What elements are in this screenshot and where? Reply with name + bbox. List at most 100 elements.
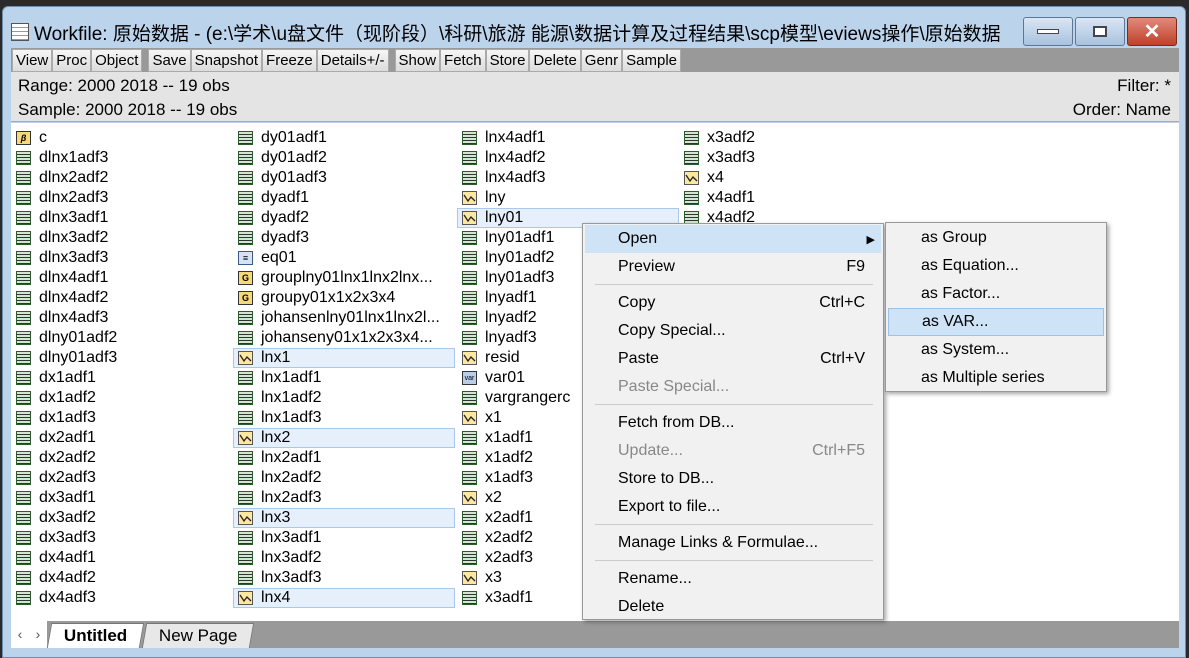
list-item[interactable]: dx3adf2 <box>11 508 233 528</box>
store-button[interactable]: Store <box>485 48 530 72</box>
menu-item-fetch-from-db[interactable]: Fetch from DB... <box>583 409 883 437</box>
menu-item-copy[interactable]: Copy Ctrl+C <box>583 289 883 317</box>
list-item[interactable]: dlnx3adf3 <box>11 248 233 268</box>
list-item[interactable]: dx1adf1 <box>11 368 233 388</box>
list-item[interactable]: Ggroupy01x1x2x3x4 <box>233 288 455 308</box>
view-button[interactable]: View <box>12 48 53 72</box>
list-item[interactable]: lnx4adf2 <box>457 148 679 168</box>
sample-button[interactable]: Sample <box>622 48 681 72</box>
genr-button[interactable]: Genr <box>580 48 623 72</box>
fetch-button[interactable]: Fetch <box>440 48 486 72</box>
list-item[interactable]: dlnx4adf3 <box>11 308 233 328</box>
list-item[interactable]: dlnx4adf1 <box>11 268 233 288</box>
menu-item-export-to-file[interactable]: Export to file... <box>583 493 883 521</box>
list-item[interactable]: dy01adf3 <box>233 168 455 188</box>
list-item[interactable]: dx3adf1 <box>11 488 233 508</box>
workfile-icon <box>11 23 29 41</box>
menu-item-manage-links-formulae[interactable]: Manage Links & Formulae... <box>583 529 883 557</box>
list-item[interactable]: dx4adf1 <box>11 548 233 568</box>
menu-item-as-factor[interactable]: as Factor... <box>886 280 1106 308</box>
menu-item-store-to-db[interactable]: Store to DB... <box>583 465 883 493</box>
list-item[interactable]: dy01adf1 <box>233 128 455 148</box>
tab-new-page[interactable]: New Page <box>142 623 255 648</box>
sample-text[interactable]: Sample: 2000 2018 -- 19 obs <box>18 100 237 120</box>
list-item[interactable]: lnx2adf1 <box>233 448 455 468</box>
list-item[interactable]: lnx2adf2 <box>233 468 455 488</box>
list-item[interactable]: dlnx2adf2 <box>11 168 233 188</box>
list-item[interactable]: dlnx4adf2 <box>11 288 233 308</box>
list-item[interactable]: lnx3 <box>233 508 455 528</box>
menu-separator <box>595 524 873 525</box>
menu-item-as-var[interactable]: as VAR... <box>888 308 1104 336</box>
list-item[interactable]: dx4adf2 <box>11 568 233 588</box>
title-bar[interactable]: Workfile: 原始数据 - (e:\学术\u盘文件（现阶段）\科研\旅游 … <box>11 15 1001 49</box>
list-item[interactable]: johanseny01x1x2x3x4... <box>233 328 455 348</box>
list-item[interactable]: dlnx2adf3 <box>11 188 233 208</box>
menu-item-open[interactable]: Open ▶ <box>585 225 881 253</box>
item-name: lny <box>485 189 506 206</box>
list-item[interactable]: lnx3adf2 <box>233 548 455 568</box>
list-item[interactable]: dx4adf3 <box>11 588 233 608</box>
list-item[interactable]: lnx2 <box>233 428 455 448</box>
menu-item-rename[interactable]: Rename... <box>583 565 883 593</box>
list-item[interactable]: lnx1adf3 <box>233 408 455 428</box>
object-button[interactable]: Object <box>91 48 143 72</box>
list-item[interactable]: dx1adf2 <box>11 388 233 408</box>
list-item[interactable]: dyadf3 <box>233 228 455 248</box>
list-item[interactable]: lnx3adf1 <box>233 528 455 548</box>
list-item[interactable]: x3adf3 <box>679 148 901 168</box>
tab-scroll-left-icon[interactable]: ‹ <box>11 621 29 648</box>
list-item[interactable]: lnx4adf1 <box>457 128 679 148</box>
list-item[interactable]: lnx2adf3 <box>233 488 455 508</box>
list-item[interactable]: dx2adf1 <box>11 428 233 448</box>
list-item[interactable]: dx2adf2 <box>11 448 233 468</box>
tab-scroll-right-icon[interactable]: › <box>29 621 47 648</box>
list-item[interactable]: lnx4 <box>233 588 455 608</box>
list-item[interactable]: dx2adf3 <box>11 468 233 488</box>
menu-item-delete[interactable]: Delete <box>583 593 883 621</box>
menu-item-copy-special[interactable]: Copy Special... <box>583 317 883 345</box>
freeze-button[interactable]: Freeze <box>262 48 317 72</box>
list-item[interactable]: dx1adf3 <box>11 408 233 428</box>
list-item[interactable]: dyadf1 <box>233 188 455 208</box>
list-item[interactable]: dlnx1adf3 <box>11 148 233 168</box>
list-item[interactable]: dlnx3adf2 <box>11 228 233 248</box>
list-item[interactable]: dlny01adf2 <box>11 328 233 348</box>
close-button[interactable]: ✕ <box>1127 17 1177 46</box>
menu-item-as-multiple-series[interactable]: as Multiple series <box>886 364 1106 392</box>
list-item[interactable]: dlnx3adf1 <box>11 208 233 228</box>
maximize-button[interactable] <box>1075 17 1125 46</box>
list-item[interactable]: x3adf2 <box>679 128 901 148</box>
menu-item-as-group[interactable]: as Group <box>886 224 1106 252</box>
list-item[interactable]: lnx1adf1 <box>233 368 455 388</box>
show-button[interactable]: Show <box>394 48 441 72</box>
delete-button[interactable]: Delete <box>529 48 581 72</box>
tab-untitled[interactable]: Untitled <box>46 623 145 648</box>
menu-item-preview[interactable]: Preview F9 <box>583 253 883 281</box>
list-item[interactable]: ≡ eq01 <box>233 248 455 268</box>
list-item[interactable]: dy01adf2 <box>233 148 455 168</box>
list-item[interactable]: lnx1 <box>233 348 455 368</box>
list-item[interactable]: dlny01adf3 <box>11 348 233 368</box>
list-item[interactable]: lnx4adf3 <box>457 168 679 188</box>
menu-item-paste-special[interactable]: Paste Special... <box>583 373 883 401</box>
menu-item-as-equation[interactable]: as Equation... <box>886 252 1106 280</box>
proc-button[interactable]: Proc <box>52 48 92 72</box>
menu-item-update[interactable]: Update... Ctrl+F5 <box>583 437 883 465</box>
list-item[interactable]: Ggrouplny01lnx1lnx2lnx... <box>233 268 455 288</box>
menu-item-as-system[interactable]: as System... <box>886 336 1106 364</box>
list-item[interactable]: johansenlny01lnx1lnx2l... <box>233 308 455 328</box>
list-item[interactable]: x4adf1 <box>679 188 901 208</box>
list-item[interactable]: lny <box>457 188 679 208</box>
list-item[interactable]: βc <box>11 128 233 148</box>
list-item[interactable]: dyadf2 <box>233 208 455 228</box>
list-item[interactable]: lnx3adf3 <box>233 568 455 588</box>
list-item[interactable]: x4 <box>679 168 901 188</box>
menu-item-paste[interactable]: Paste Ctrl+V <box>583 345 883 373</box>
snapshot-button[interactable]: Snapshot <box>190 48 263 72</box>
list-item[interactable]: dx3adf3 <box>11 528 233 548</box>
minimize-button[interactable] <box>1023 17 1073 46</box>
details-button[interactable]: Details+/- <box>316 48 389 72</box>
save-button[interactable]: Save <box>148 48 191 72</box>
list-item[interactable]: lnx1adf2 <box>233 388 455 408</box>
